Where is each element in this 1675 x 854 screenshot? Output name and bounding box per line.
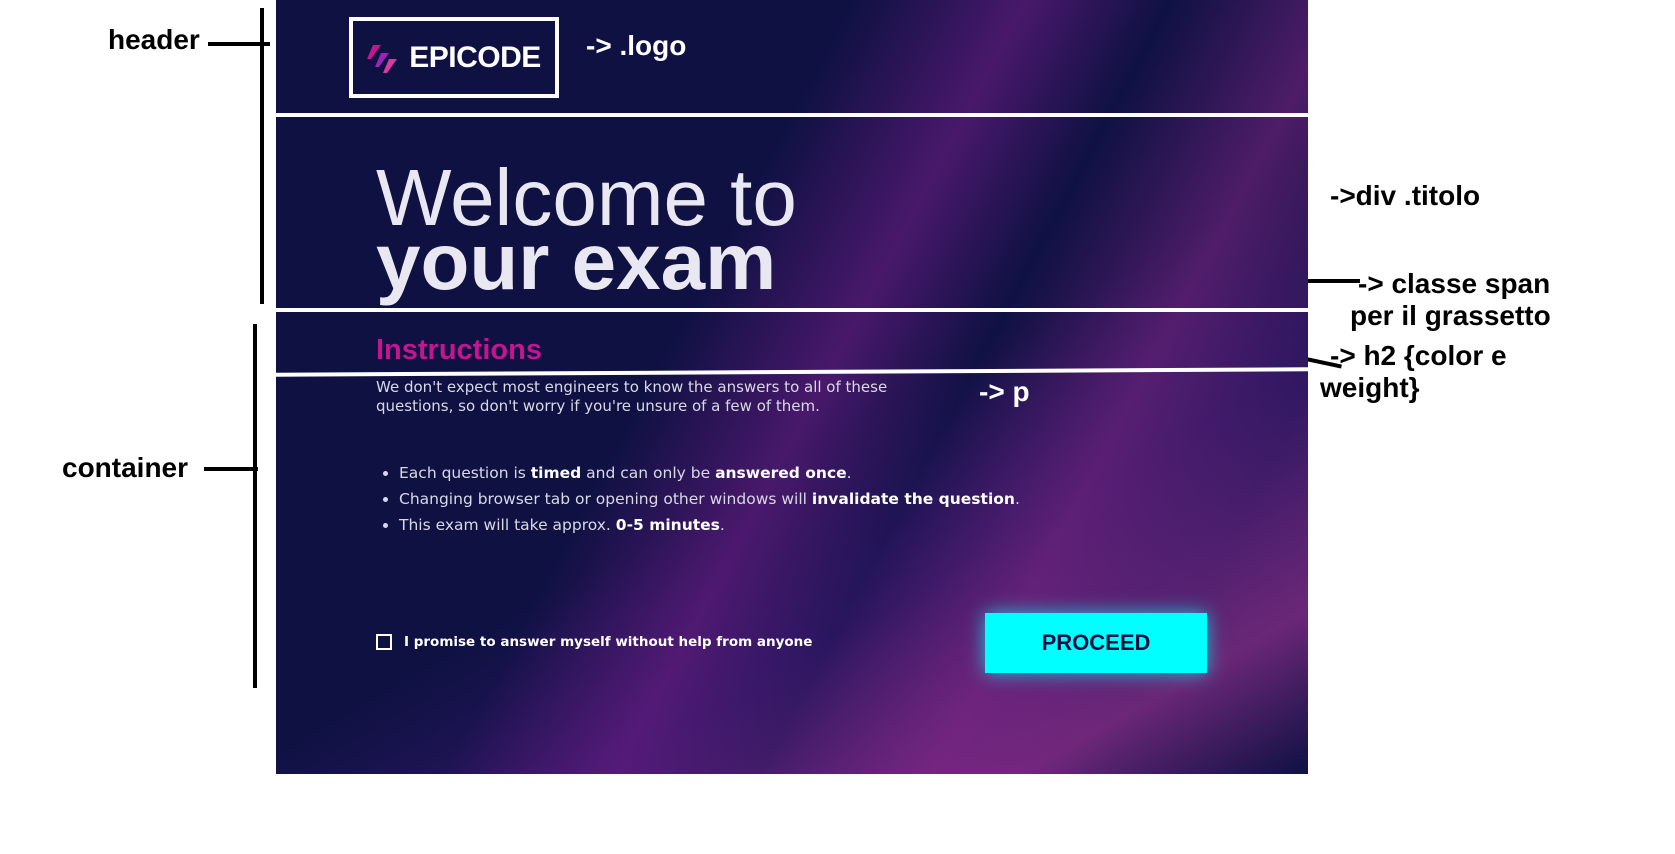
annotation-logo: -> .logo <box>586 30 687 61</box>
annotation-container: container <box>62 452 189 483</box>
heading-divider <box>276 367 1308 377</box>
list-item: This exam will take approx. 0-5 minutes. <box>399 512 1020 538</box>
proceed-button[interactable]: PROCEED <box>985 613 1207 673</box>
rules-list: Each question is timed and can only be a… <box>376 460 1020 538</box>
annotation-header: header <box>108 24 200 55</box>
logo-text: EPICODE <box>409 40 541 74</box>
annotation-container-bracket <box>253 324 257 688</box>
annotation-span-line1: -> classe span <box>1358 268 1551 299</box>
instructions-paragraph: We don't expect most engineers to know t… <box>376 378 888 415</box>
annotation-h2-line1: -> h2 {color e <box>1330 340 1507 371</box>
title-divider <box>276 308 1308 312</box>
annotation-container-pointer <box>204 467 258 471</box>
epicode-logo-icon <box>367 44 398 73</box>
annotation-header-bracket <box>260 8 264 304</box>
promise-checkbox-row[interactable]: I promise to answer myself without help … <box>376 634 812 650</box>
annotation-span-line2: per il grassetto <box>1350 300 1551 331</box>
title-line2-bold-span: your exam <box>376 217 777 306</box>
annotation-h2-line2: weight} <box>1320 372 1420 403</box>
annotation-p: -> p <box>979 376 1030 407</box>
logo[interactable]: EPICODE <box>349 17 559 98</box>
promise-checkbox[interactable] <box>376 634 392 650</box>
list-item: Each question is timed and can only be a… <box>399 460 1020 486</box>
instructions-heading: Instructions <box>376 334 542 366</box>
page-panel: EPICODE -> .logo Welcome to your exam In… <box>276 0 1308 774</box>
header-divider <box>276 113 1308 117</box>
list-item: Changing browser tab or opening other wi… <box>399 486 1020 512</box>
promise-label: I promise to answer myself without help … <box>404 634 813 650</box>
annotation-titolo: ->div .titolo <box>1330 180 1481 211</box>
